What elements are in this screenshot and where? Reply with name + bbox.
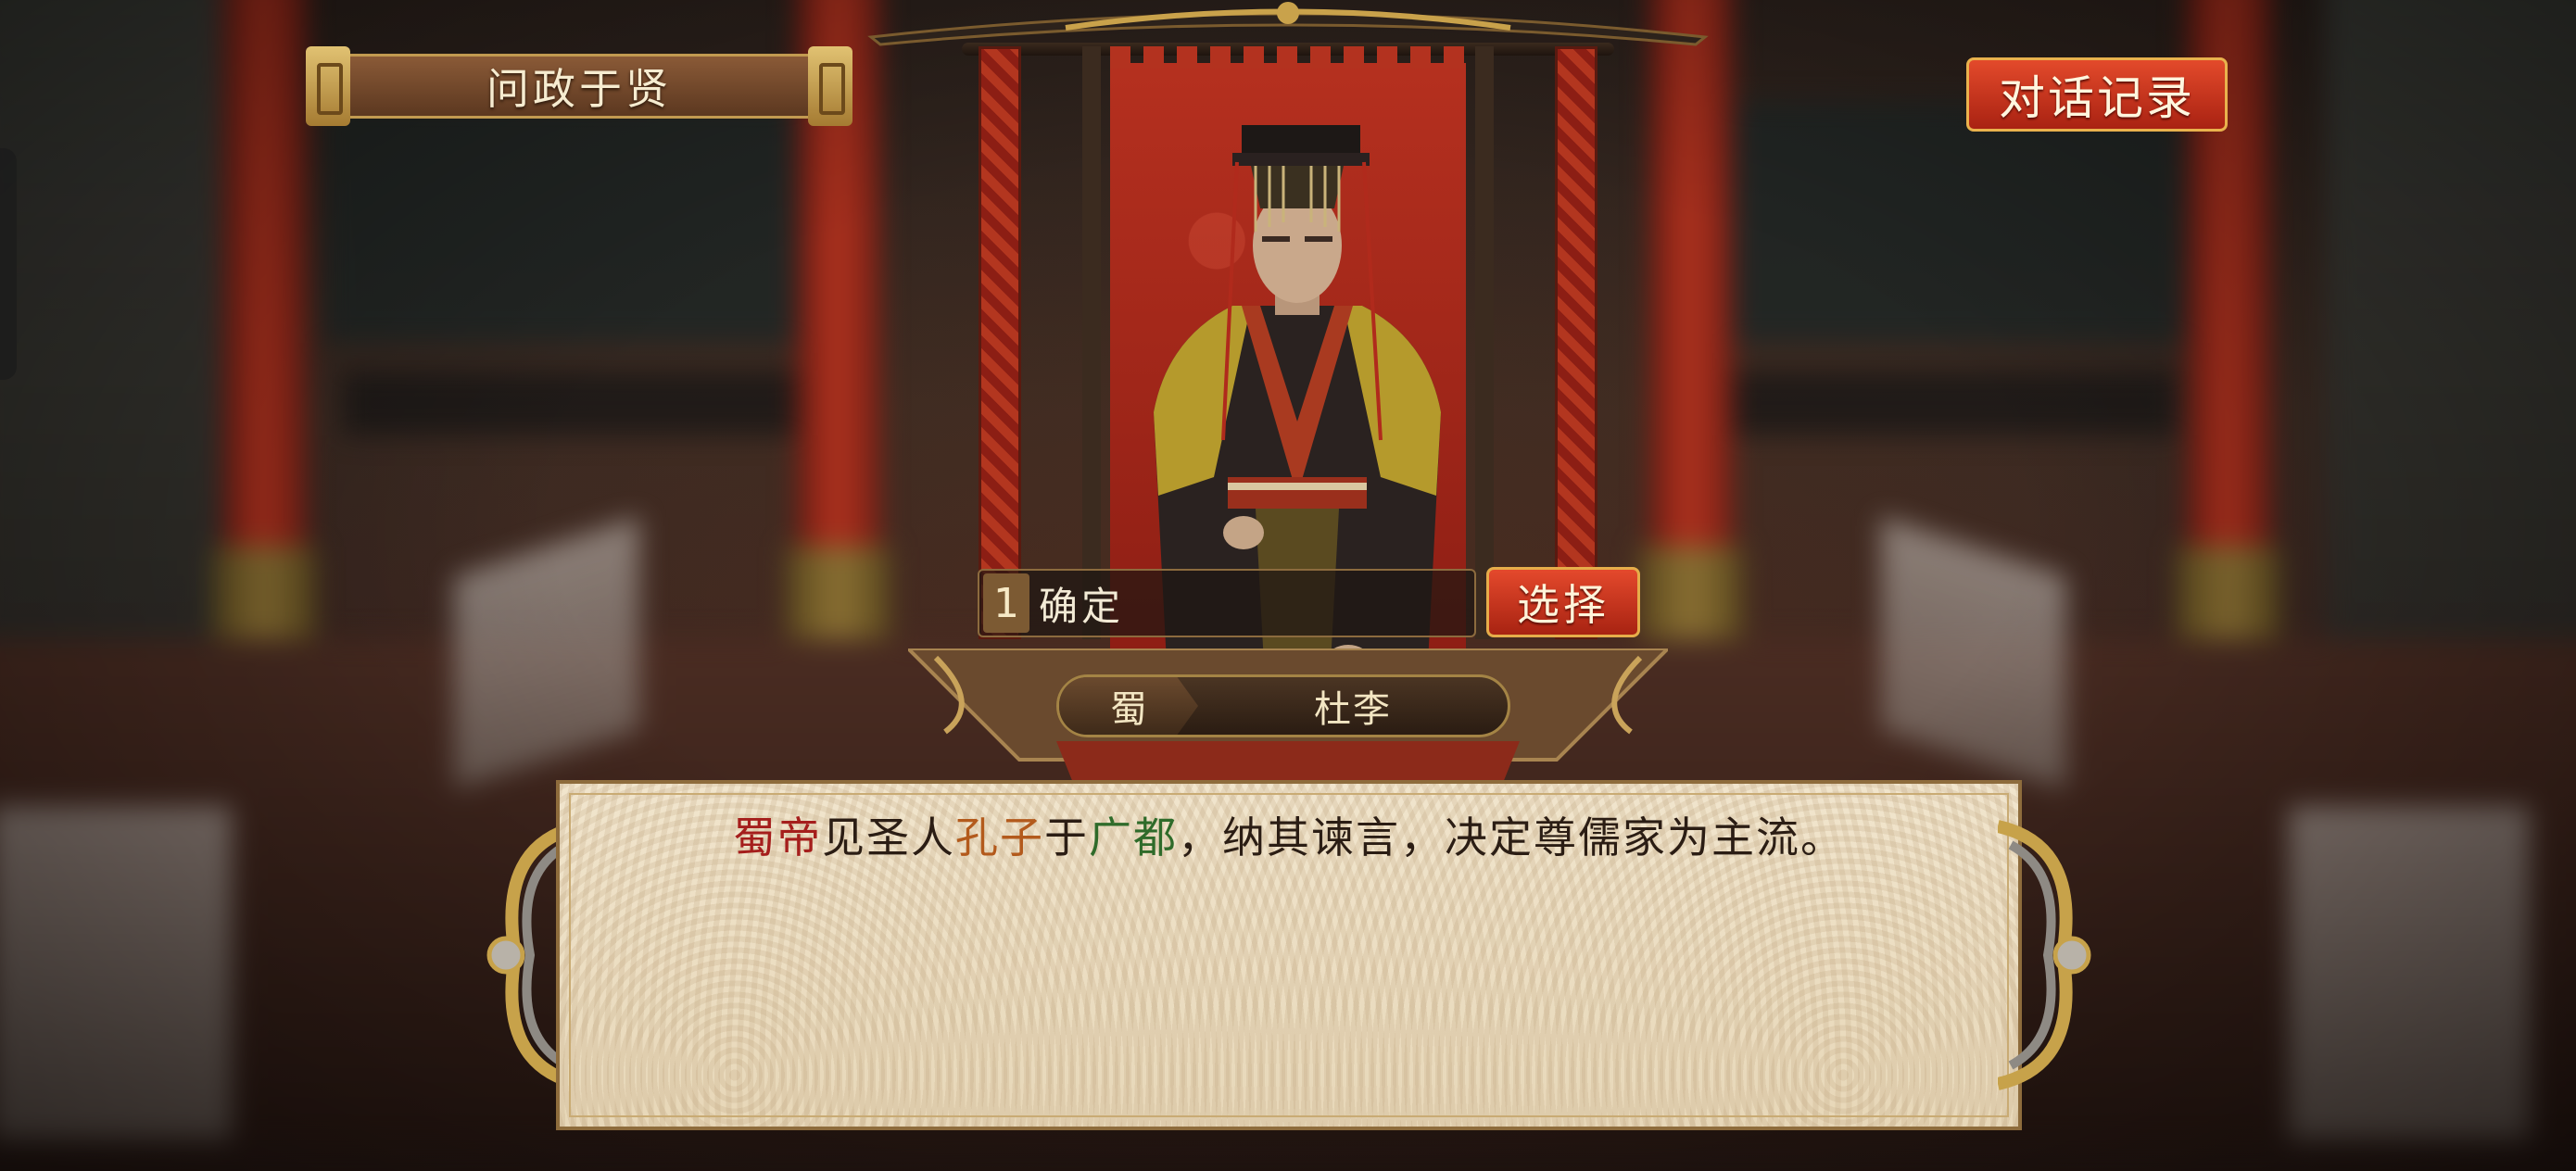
ruler-nameplate: 蜀 杜李 bbox=[1056, 674, 1510, 737]
dialogue-person-highlight: 孔子 bbox=[955, 812, 1044, 863]
dialogue-kingdom-highlight: 蜀帝 bbox=[733, 812, 822, 863]
side-pull-tab[interactable] bbox=[0, 148, 17, 380]
dialogue-text-part: ，纳其谏言，决定尊儒家为主流。 bbox=[1178, 812, 1845, 863]
kingdom-label: 蜀 bbox=[1059, 677, 1198, 735]
dialogue-log-button[interactable]: 对话记录 bbox=[1966, 57, 2228, 132]
event-title: 问政于贤 bbox=[486, 64, 672, 114]
dialogue-text: 蜀帝见圣人孔子于广都，纳其谏言，决定尊儒家为主流。 bbox=[589, 804, 1989, 865]
dialogue-place-highlight: 广都 bbox=[1089, 812, 1178, 863]
select-button[interactable]: 选择 bbox=[1486, 567, 1640, 637]
dialogue-text-part: 于 bbox=[1044, 812, 1089, 863]
scroll-ornament-right bbox=[1998, 820, 2091, 1090]
dialogue-scroll: 蜀帝见圣人孔子于广都，纳其谏言，决定尊儒家为主流。 bbox=[478, 780, 2100, 1130]
choice-index: 1 bbox=[983, 573, 1029, 633]
choice-label: 确定 bbox=[1039, 583, 1125, 629]
dialogue-text-part: 见圣人 bbox=[822, 812, 955, 863]
ruler-name: 杜李 bbox=[1314, 688, 1392, 731]
choice-option-1[interactable]: 1 确定 bbox=[978, 569, 1476, 637]
event-title-plaque: 问政于贤 bbox=[306, 46, 852, 126]
